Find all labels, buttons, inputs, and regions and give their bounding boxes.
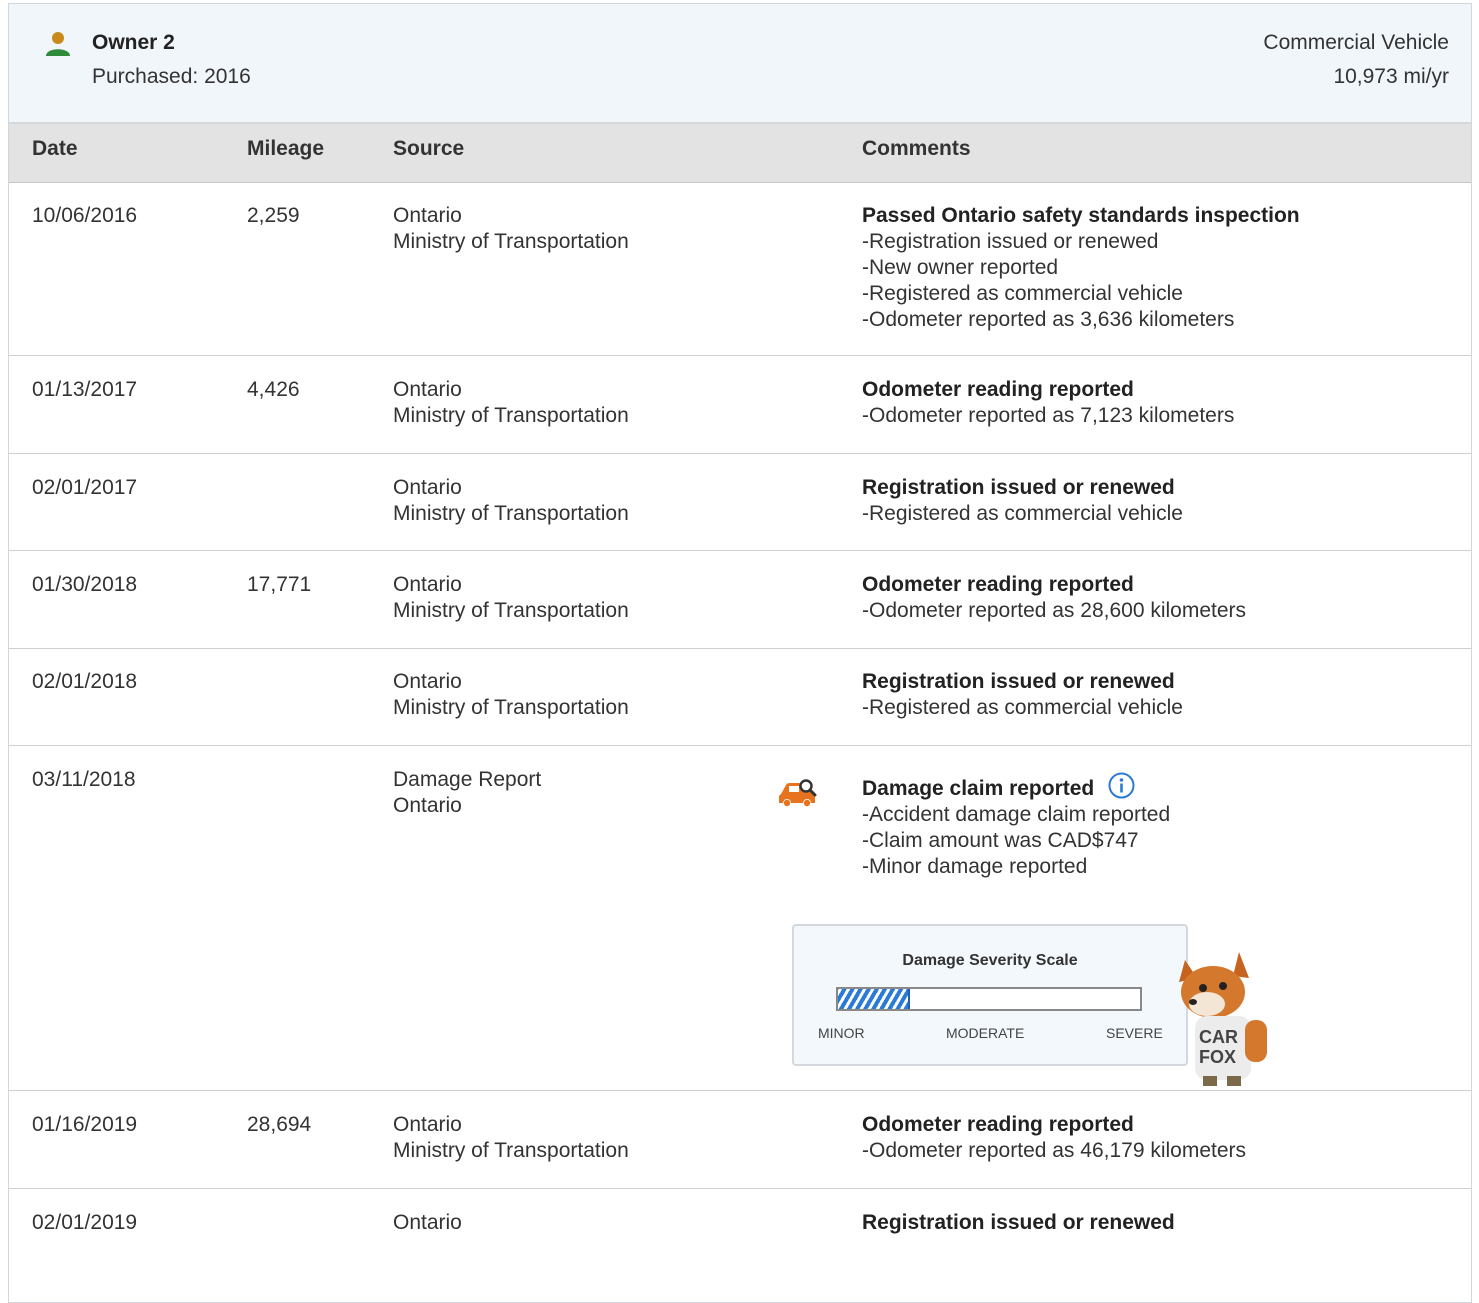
comment-detail: Claim amount was CAD$747 [862, 828, 1170, 854]
source-line: Ministry of Transportation [393, 502, 629, 525]
severity-bar-fill [838, 989, 911, 1009]
source-line: Ontario [393, 670, 462, 693]
severity-label-severe: SEVERE [1106, 1025, 1163, 1041]
row-mileage: 4,426 [247, 378, 300, 401]
comment-detail: Registration issued or renewed [862, 229, 1300, 255]
row-source: Ontario Ministry of Transportation [393, 475, 629, 527]
comment-title: Registration issued or renewed [862, 670, 1175, 693]
table-row: 01/13/2017 4,426 Ontario Ministry of Tra… [9, 356, 1471, 454]
person-icon [46, 32, 70, 56]
row-source: Damage Report Ontario [393, 767, 541, 819]
table-row: 02/01/2018 Ontario Ministry of Transport… [9, 649, 1471, 746]
row-date: 02/01/2018 [32, 670, 138, 693]
comment-detail: Accident damage claim reported [862, 802, 1170, 828]
comment-title: Odometer reading reported [862, 573, 1134, 596]
row-mileage: 2,259 [247, 204, 300, 227]
source-line: Ministry of Transportation [393, 599, 629, 622]
vehicle-type: Commercial Vehicle [1263, 31, 1449, 54]
table-row: 01/30/2018 17,771 Ontario Ministry of Tr… [9, 551, 1471, 649]
row-comments: Damage claim reported Accident damage cl… [862, 772, 1170, 880]
row-comments: Odometer reading reported Odometer repor… [862, 572, 1246, 624]
source-line: Ministry of Transportation [393, 230, 629, 253]
column-header-source: Source [393, 137, 465, 160]
row-date: 01/13/2017 [32, 378, 138, 401]
row-date: 02/01/2017 [32, 476, 138, 499]
comment-detail: Odometer reported as 7,123 kilometers [862, 403, 1234, 429]
comment-title: Damage claim reported [862, 777, 1095, 800]
row-date: 01/30/2018 [32, 573, 138, 596]
source-line: Ontario [393, 794, 462, 817]
comment-detail: Registered as commercial vehicle [862, 501, 1183, 527]
comment-title: Passed Ontario safety standards inspecti… [862, 204, 1300, 227]
owner-name: Owner 2 [92, 31, 175, 54]
info-icon[interactable] [1108, 772, 1135, 799]
column-header-date: Date [32, 137, 78, 160]
comment-detail: New owner reported [862, 255, 1300, 281]
table-row: 02/01/2019 Ontario Registration issued o… [9, 1189, 1471, 1287]
row-mileage: 17,771 [247, 573, 312, 596]
table-row: 01/16/2019 28,694 Ontario Ministry of Tr… [9, 1091, 1471, 1189]
source-line: Ontario [393, 1211, 462, 1234]
row-comments: Registration issued or renewed [862, 1210, 1175, 1236]
source-line: Ministry of Transportation [393, 1139, 629, 1162]
comment-detail: Odometer reported as 46,179 kilometers [862, 1138, 1246, 1164]
table-row: 10/06/2016 2,259 Ontario Ministry of Tra… [9, 183, 1471, 356]
row-source: Ontario [393, 1210, 462, 1236]
source-line: Ontario [393, 573, 462, 596]
column-header-mileage: Mileage [247, 137, 325, 160]
row-date: 02/01/2019 [32, 1211, 138, 1234]
purchase-year: Purchased: 2016 [92, 65, 251, 88]
row-source: Ontario Ministry of Transportation [393, 1112, 629, 1164]
row-date: 10/06/2016 [32, 204, 138, 227]
severity-title: Damage Severity Scale [902, 952, 1078, 969]
mascot-shirt-text: FOX [1199, 1047, 1236, 1067]
damage-search-icon [779, 779, 817, 807]
table-header: Date Mileage Source Comments [9, 124, 1471, 183]
comment-detail: Odometer reported as 3,636 kilometers [862, 307, 1300, 333]
comment-title: Registration issued or renewed [862, 476, 1175, 499]
row-comments: Odometer reading reported Odometer repor… [862, 1112, 1246, 1164]
miles-per-year: 10,973 mi/yr [1333, 65, 1449, 88]
row-source: Ontario Ministry of Transportation [393, 572, 629, 624]
comment-detail: Registered as commercial vehicle [862, 695, 1183, 721]
comment-detail: Minor damage reported [862, 854, 1170, 880]
row-source: Ontario Ministry of Transportation [393, 377, 629, 429]
comment-detail: Odometer reported as 28,600 kilometers [862, 598, 1246, 624]
severity-label-minor: MINOR [818, 1025, 865, 1041]
severity-label-moderate: MODERATE [946, 1025, 1025, 1041]
row-source: Ontario Ministry of Transportation [393, 669, 629, 721]
carfox-mascot-icon: CAR FOX [1179, 952, 1267, 1086]
source-line: Ontario [393, 476, 462, 499]
owner-header: Owner 2 Purchased: 2016 Commercial Vehic… [9, 4, 1471, 124]
comment-title: Odometer reading reported [862, 1113, 1134, 1136]
source-line: Ministry of Transportation [393, 404, 629, 427]
comment-title: Odometer reading reported [862, 378, 1134, 401]
row-comments: Passed Ontario safety standards inspecti… [862, 203, 1300, 333]
source-line: Ministry of Transportation [393, 696, 629, 719]
comment-title-row: Damage claim reported [862, 772, 1170, 802]
row-source: Ontario Ministry of Transportation [393, 203, 629, 255]
row-date: 03/11/2018 [32, 768, 136, 791]
source-line: Damage Report [393, 768, 542, 791]
row-comments: Odometer reading reported Odometer repor… [862, 377, 1234, 429]
severity-bar [836, 987, 1142, 1011]
source-line: Ontario [393, 1113, 462, 1136]
mascot-shirt-text: CAR [1199, 1027, 1238, 1047]
source-line: Ontario [393, 378, 462, 401]
row-comments: Registration issued or renewed Registere… [862, 669, 1183, 721]
row-date: 01/16/2019 [32, 1113, 138, 1136]
table-row: 02/01/2017 Ontario Ministry of Transport… [9, 454, 1471, 551]
damage-severity-scale: Damage Severity Scale MINOR MODERATE SEV… [792, 924, 1188, 1066]
row-mileage: 28,694 [247, 1113, 312, 1136]
vehicle-history-panel: Owner 2 Purchased: 2016 Commercial Vehic… [8, 3, 1472, 1303]
source-line: Ontario [393, 204, 462, 227]
row-comments: Registration issued or renewed Registere… [862, 475, 1183, 527]
table-row-damage: 03/11/2018 Damage Report Ontario Damage … [9, 746, 1471, 1091]
comment-detail: Registered as commercial vehicle [862, 281, 1300, 307]
comment-title: Registration issued or renewed [862, 1211, 1175, 1234]
column-header-comments: Comments [862, 137, 971, 160]
